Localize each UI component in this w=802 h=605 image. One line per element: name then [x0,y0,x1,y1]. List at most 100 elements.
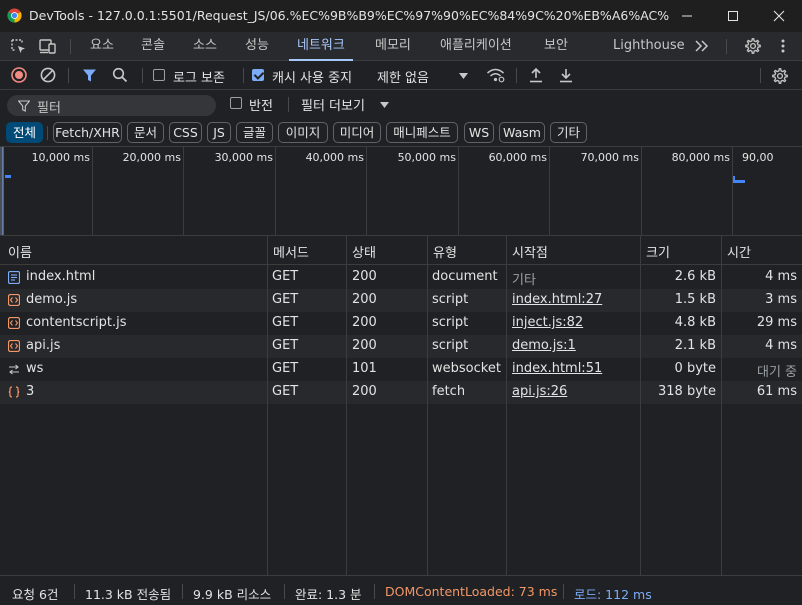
type-filter-media[interactable]: 미디어 [333,122,381,143]
column-header-name[interactable]: 이름 [8,242,32,261]
network-settings-gear-icon[interactable] [771,67,789,85]
request-method: GET [272,292,299,307]
request-initiator-link[interactable]: index.html:27 [512,292,602,307]
request-initiator-link[interactable]: inject.js:82 [512,315,583,330]
network-summary-bar: 요청 6건 11.3 kB 전송됨 9.9 kB 리소스 완료: 1.3 분 D… [0,575,802,605]
summary-request-count: 요청 6건 [12,587,59,602]
request-initiator-link[interactable]: demo.js:1 [512,338,576,353]
request-initiator-link[interactable]: api.js:26 [512,384,567,399]
clear-log-icon[interactable] [40,67,56,83]
column-resizer[interactable] [721,236,722,575]
request-name: ws [26,361,44,376]
more-filters-dropdown[interactable]: 필터 더보기 [301,95,365,114]
disable-cache-checkbox[interactable] [252,69,264,81]
overview-gridline [641,147,642,235]
table-row[interactable]: ws GET 101 websocket index.html:51 0 byt… [0,358,802,381]
toolbar-divider [243,68,244,83]
table-row[interactable]: demo.js GET 200 script index.html:27 1.5… [0,289,802,312]
column-header-initiator[interactable]: 시작점 [512,242,548,261]
type-filter-all[interactable]: 전체 [6,122,43,143]
column-resizer[interactable] [346,236,347,575]
toolbar-divider [516,68,517,83]
device-toolbar-icon[interactable] [39,38,57,55]
tab-memory[interactable]: 메모리 [375,32,411,60]
maximize-button[interactable] [710,0,756,32]
column-header-size[interactable]: 크기 [646,242,670,261]
overview-gridline [92,147,93,235]
type-filter-css[interactable]: CSS [169,122,202,143]
tab-elements[interactable]: 요소 [90,32,114,60]
toolbar-divider [68,68,69,83]
import-har-upload-icon[interactable] [528,67,544,83]
settings-gear-icon[interactable] [744,37,762,55]
overview-tick-label: 70,000 ms [580,151,639,164]
request-time: 61 ms [756,384,797,399]
column-header-method[interactable]: 메서드 [273,242,309,261]
type-filter-js[interactable]: JS [207,122,231,143]
type-filter-doc[interactable]: 문서 [127,122,164,143]
status-divider [182,584,183,599]
request-method: GET [272,384,299,399]
table-row[interactable]: 3 GET 200 fetch api.js:26 318 byte 61 ms [0,381,802,404]
column-resizer[interactable] [427,236,428,575]
type-filter-manifest[interactable]: 매니페스트 [386,122,458,143]
throttling-select[interactable]: 제한 없음 [377,67,429,86]
more-tabs-chevron-icon[interactable] [694,39,710,53]
column-resizer[interactable] [506,236,507,575]
minimize-button[interactable] [664,0,710,32]
request-size: 2.6 kB [674,269,716,284]
status-divider [563,584,564,599]
type-filter-other[interactable]: 기타 [550,122,587,143]
chevron-down-icon[interactable] [380,102,389,108]
filter-funnel-icon[interactable] [82,68,97,83]
request-method: GET [272,338,299,353]
type-filter-img[interactable]: 이미지 [278,122,328,143]
column-header-time[interactable]: 시간 [727,242,751,261]
type-filter-fetch-xhr[interactable]: Fetch/XHR [53,122,122,143]
websocket-icon [8,364,20,375]
request-initiator-link[interactable]: index.html:51 [512,361,602,376]
tab-security[interactable]: 보안 [544,32,568,60]
column-header-type[interactable]: 유형 [433,242,457,261]
request-size: 1.5 kB [674,292,716,307]
fetch-icon [8,386,20,398]
summary-domcontentloaded: DOMContentLoaded: 73 ms [385,584,558,599]
tab-lighthouse[interactable]: Lighthouse [613,32,685,60]
network-overview-timeline[interactable]: 10,000 ms 20,000 ms 30,000 ms 40,000 ms … [0,147,802,236]
chevron-down-icon[interactable] [459,73,468,79]
requests-table-body: index.html GET 200 document 기타 2.6 kB 4 … [0,266,802,575]
inspect-element-icon[interactable] [10,38,27,55]
column-resizer[interactable] [267,236,268,575]
invert-label: 반전 [249,99,273,114]
more-options-kebab-icon[interactable] [780,38,786,54]
tab-application[interactable]: 애플리케이션 [440,32,512,60]
table-row[interactable]: contentscript.js GET 200 script inject.j… [0,312,802,335]
export-har-download-icon[interactable] [558,67,574,83]
overview-gridline [366,147,367,235]
stop-recording-icon[interactable] [11,67,27,83]
window-titlebar: DevTools - 127.0.0.1:5501/Request_JS/06.… [0,0,802,32]
close-window-button[interactable] [756,0,802,32]
preserve-log-label: 로그 보존 [173,71,225,86]
filter-input[interactable]: 필터 [7,95,216,116]
request-name: api.js [26,338,61,353]
table-row[interactable]: api.js GET 200 script demo.js:1 2.1 kB 4… [0,335,802,358]
tab-console[interactable]: 콘솔 [141,32,165,60]
tab-performance[interactable]: 성능 [245,32,269,60]
request-time: 4 ms [765,269,797,284]
type-filter-font[interactable]: 글꼴 [236,122,273,143]
preserve-log-checkbox[interactable] [153,69,165,81]
network-conditions-wifi-icon[interactable] [486,67,505,83]
type-filter-ws[interactable]: WS [464,122,494,143]
invert-checkbox[interactable] [230,97,242,109]
request-type: script [432,315,469,330]
search-icon[interactable] [112,67,128,83]
tab-network[interactable]: 네트워크 [289,32,353,61]
column-resizer[interactable] [640,236,641,575]
type-filter-wasm[interactable]: Wasm [499,122,545,143]
table-row[interactable]: index.html GET 200 document 기타 2.6 kB 4 … [0,266,802,289]
column-header-status[interactable]: 상태 [352,242,376,261]
script-icon [8,294,20,306]
request-type: websocket [432,361,501,376]
tab-sources[interactable]: 소스 [193,32,217,60]
